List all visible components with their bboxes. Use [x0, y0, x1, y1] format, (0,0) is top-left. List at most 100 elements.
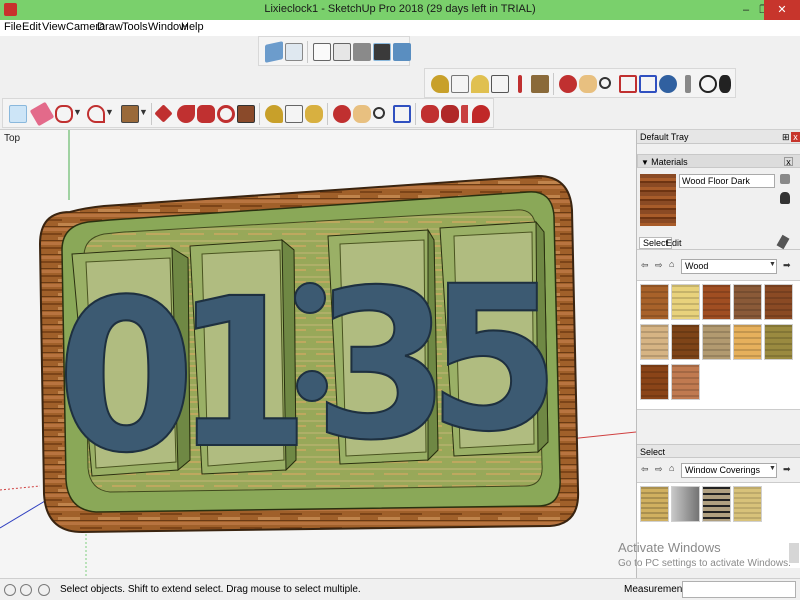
hidden-line-icon[interactable]: [333, 43, 351, 61]
walk-icon[interactable]: [685, 75, 691, 93]
measurements-input[interactable]: [682, 581, 796, 598]
zoom-window-icon[interactable]: [619, 75, 637, 93]
tape-measure-icon[interactable]: [431, 75, 449, 93]
zoom-icon[interactable]: [599, 77, 611, 89]
main-toolbar: ▼ ▼ ▼: [2, 98, 494, 128]
material-name-field[interactable]: Wood Floor Dark: [679, 174, 775, 188]
chevron-down-icon[interactable]: ▼: [769, 465, 776, 472]
pan-icon[interactable]: [353, 105, 371, 123]
3d-text-icon[interactable]: [531, 75, 549, 93]
back-arrow-icon[interactable]: ⇦: [641, 260, 649, 271]
home-icon[interactable]: ⌂: [669, 463, 674, 473]
material-swatch[interactable]: [640, 486, 669, 522]
chevron-down-icon[interactable]: ▼: [105, 107, 114, 117]
menu-view[interactable]: View: [42, 21, 66, 33]
zoom-extents-icon[interactable]: [393, 105, 411, 123]
material-swatch[interactable]: [671, 486, 700, 522]
arc-icon[interactable]: [87, 105, 105, 123]
look-around-icon[interactable]: [699, 75, 717, 93]
menu-draw[interactable]: Draw: [97, 21, 123, 33]
tab-edit[interactable]: Edit: [663, 238, 685, 248]
chevron-down-icon[interactable]: ▼: [73, 107, 82, 117]
scale-icon[interactable]: [237, 105, 255, 123]
material-swatch[interactable]: [640, 364, 669, 400]
menu-edit[interactable]: Edit: [22, 21, 41, 33]
material-swatch[interactable]: [640, 284, 669, 320]
create-material-icon[interactable]: [780, 174, 790, 184]
model-viewport[interactable]: Top 0 1 3 5: [0, 130, 636, 578]
protractor-icon[interactable]: [471, 75, 489, 93]
rectangle-icon[interactable]: [121, 105, 139, 123]
material-swatch[interactable]: [764, 324, 793, 360]
menu-tools[interactable]: Tools: [122, 21, 148, 33]
shaded-with-textures-icon[interactable]: [373, 43, 391, 61]
pin-icon[interactable]: ⊞: [782, 130, 790, 144]
warehouse-icon[interactable]: [421, 105, 439, 123]
material-swatch[interactable]: [640, 324, 669, 360]
forward-arrow-icon[interactable]: ⇨: [655, 260, 663, 271]
eraser-icon[interactable]: [29, 101, 55, 127]
follow-me-icon[interactable]: [177, 105, 195, 123]
paint-bucket-icon[interactable]: [305, 105, 323, 123]
material-swatch[interactable]: [733, 324, 762, 360]
sample-paint-icon[interactable]: [780, 192, 790, 204]
freehand-icon[interactable]: [55, 105, 73, 123]
close-button[interactable]: ✕: [764, 0, 800, 20]
home-icon[interactable]: ⌂: [669, 259, 674, 269]
material-swatch[interactable]: [671, 324, 700, 360]
select-arrow-icon[interactable]: [9, 105, 27, 123]
material-swatch[interactable]: [702, 486, 731, 522]
push-pull-icon[interactable]: [154, 104, 173, 123]
secondary-library-dropdown[interactable]: Window Coverings: [681, 463, 777, 478]
tray-close-icon[interactable]: x: [791, 132, 800, 142]
position-camera-icon[interactable]: [659, 75, 677, 93]
dimension-icon[interactable]: [451, 75, 469, 93]
material-swatch[interactable]: [764, 284, 793, 320]
material-swatch[interactable]: [733, 486, 762, 522]
axes-icon[interactable]: [518, 75, 522, 93]
status-hint: Select objects. Shift to extend select. …: [60, 584, 361, 595]
material-swatch-grid: [637, 280, 800, 410]
extension-manager-icon[interactable]: [472, 105, 490, 123]
forward-arrow-icon[interactable]: ⇨: [655, 464, 663, 475]
instructor-icon[interactable]: [38, 584, 50, 596]
wireframe-icon[interactable]: [313, 43, 331, 61]
orbit-icon[interactable]: [333, 105, 351, 123]
shaded-icon[interactable]: [353, 43, 371, 61]
menu-file[interactable]: File: [4, 21, 22, 33]
xray-style-icon[interactable]: [265, 41, 283, 63]
material-swatch[interactable]: [702, 324, 731, 360]
panel-close-icon[interactable]: x: [784, 157, 793, 167]
credits-icon[interactable]: [20, 584, 32, 596]
zoom-icon[interactable]: [373, 107, 385, 119]
material-swatch[interactable]: [671, 364, 700, 400]
tape-measure-icon[interactable]: [265, 105, 283, 123]
orbit-icon[interactable]: [559, 75, 577, 93]
details-arrow-icon[interactable]: ➡: [783, 464, 791, 475]
move-icon[interactable]: [197, 105, 215, 123]
material-swatch[interactable]: [671, 284, 700, 320]
secondary-swatch-grid: [637, 482, 800, 568]
text-tool-icon[interactable]: [491, 75, 509, 93]
text-tool-icon[interactable]: [285, 105, 303, 123]
material-swatch[interactable]: [702, 284, 731, 320]
share-model-icon[interactable]: [441, 105, 459, 123]
details-arrow-icon[interactable]: ➡: [783, 260, 791, 271]
materials-panel-header[interactable]: ▼ Materials x: [637, 154, 800, 168]
pan-icon[interactable]: [579, 75, 597, 93]
material-swatch[interactable]: [733, 284, 762, 320]
geo-location-icon[interactable]: [4, 584, 16, 596]
menu-help[interactable]: Help: [181, 21, 204, 33]
chevron-down-icon[interactable]: ▼: [769, 261, 776, 268]
back-edges-icon[interactable]: [285, 43, 303, 61]
monochrome-icon[interactable]: [393, 43, 411, 61]
eyedropper-icon[interactable]: [776, 234, 790, 250]
footprints-icon[interactable]: [719, 75, 731, 93]
library-dropdown[interactable]: Wood: [681, 259, 777, 274]
red-axis-dashed: [0, 485, 41, 491]
rotate-icon[interactable]: [217, 105, 235, 123]
extension-toolbar: [468, 98, 494, 128]
back-arrow-icon[interactable]: ⇦: [641, 464, 649, 475]
chevron-down-icon[interactable]: ▼: [139, 107, 148, 117]
zoom-extents-icon[interactable]: [639, 75, 657, 93]
